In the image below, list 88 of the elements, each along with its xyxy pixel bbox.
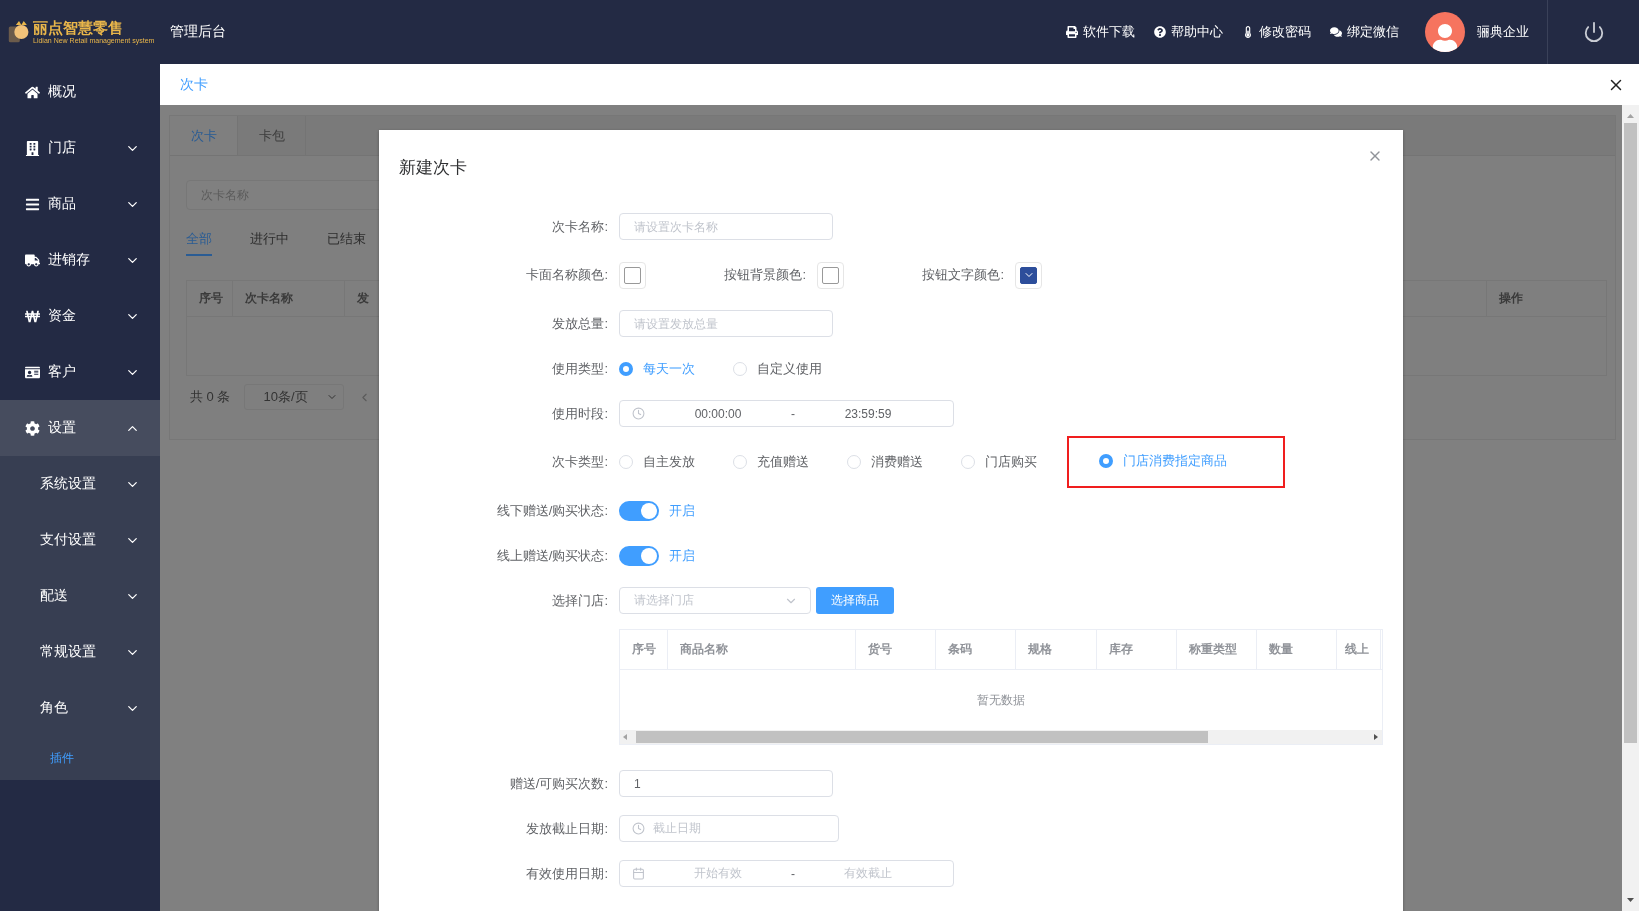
field-label: 使用时段: bbox=[551, 404, 609, 423]
clock-icon bbox=[632, 822, 645, 835]
field-label: 发放截止日期: bbox=[525, 819, 609, 838]
user-icon bbox=[1431, 24, 1459, 52]
field-label: 次卡类型: bbox=[551, 453, 609, 471]
table-header-cell: 序号 bbox=[620, 630, 668, 669]
sidebar-item[interactable]: 商品 bbox=[0, 176, 160, 232]
sidebar-item[interactable]: 常规设置 bbox=[0, 624, 160, 680]
radio-option[interactable]: 自定义使用 bbox=[733, 359, 822, 378]
table-header-cell: 规格 bbox=[1016, 630, 1097, 669]
switch-state-text: 开启 bbox=[669, 546, 695, 565]
radio-option[interactable]: 消费赠送 bbox=[847, 453, 923, 471]
table-header-cell: 库存 bbox=[1097, 630, 1177, 669]
field-label: 按钮文字颜色: bbox=[921, 266, 1005, 284]
sidebar-item[interactable]: 插件 bbox=[0, 736, 160, 780]
sidebar-item[interactable]: 资金 bbox=[0, 288, 160, 344]
list-icon bbox=[25, 196, 40, 212]
field-label: 使用类型: bbox=[551, 359, 609, 378]
horizontal-scrollbar[interactable] bbox=[620, 730, 1382, 744]
color-swatch bbox=[624, 266, 641, 284]
table-header-cell: 货号 bbox=[856, 630, 936, 669]
logo-text: 丽点智慧零售 bbox=[33, 19, 124, 36]
table-header-cell: 序号 bbox=[187, 281, 233, 316]
header-link[interactable]: 帮助中心 bbox=[1154, 23, 1223, 41]
calendar-icon bbox=[632, 867, 645, 880]
table-header-cell: 线上 bbox=[1337, 630, 1381, 669]
sidebar-item[interactable]: 系统设置 bbox=[0, 456, 160, 512]
thermometer-icon bbox=[1242, 26, 1254, 38]
id-card-icon bbox=[25, 364, 40, 380]
sidebar-item[interactable]: 角色 bbox=[0, 680, 160, 736]
sidebar-item[interactable]: 概况 bbox=[0, 64, 160, 120]
sidebar-item[interactable]: 客户 bbox=[0, 344, 160, 400]
logo-icon bbox=[8, 20, 30, 44]
table-header-cell: 称重类型 bbox=[1177, 630, 1257, 669]
color-picker[interactable] bbox=[619, 261, 646, 289]
filter-tab[interactable]: 已结束 bbox=[327, 230, 366, 256]
radio-option[interactable]: 自主发放 bbox=[619, 453, 695, 471]
sidebar-item[interactable]: 配送 bbox=[0, 568, 160, 624]
table-header-cell: 操作 bbox=[1486, 281, 1606, 316]
power-icon bbox=[1582, 21, 1605, 43]
building-icon bbox=[25, 140, 40, 156]
field-label: 有效使用日期: bbox=[525, 864, 609, 883]
field-label: 发放总量: bbox=[551, 314, 609, 333]
toggle-switch[interactable] bbox=[619, 500, 659, 521]
printer-icon bbox=[1066, 26, 1078, 38]
sidebar-item[interactable]: 进销存 bbox=[0, 232, 160, 288]
sidebar-item[interactable]: 支付设置 bbox=[0, 512, 160, 568]
field-label: 赠送/可购买次数: bbox=[508, 774, 609, 793]
field-label: 按钮背景颜色: bbox=[723, 266, 807, 284]
avatar[interactable] bbox=[1425, 12, 1465, 52]
field-label: 选择门店: bbox=[551, 591, 609, 610]
radio-option[interactable]: 充值赠送 bbox=[733, 453, 809, 471]
color-picker[interactable] bbox=[1015, 261, 1042, 289]
clock-icon bbox=[632, 407, 645, 420]
time-range-field[interactable]: 00:00:00 - 23:59:59 bbox=[619, 400, 954, 427]
sidebar-item[interactable]: 设置 bbox=[0, 400, 160, 456]
gear-icon bbox=[25, 420, 40, 436]
color-picker[interactable] bbox=[817, 261, 844, 289]
date-range-field[interactable]: 开始有效 - 有效截止 bbox=[619, 860, 954, 887]
vertical-scrollbar[interactable] bbox=[1622, 105, 1639, 911]
header-link[interactable]: 绑定微信 bbox=[1330, 23, 1399, 41]
home-icon bbox=[25, 84, 40, 100]
table-header-cell: 数量 bbox=[1257, 630, 1337, 669]
user-name: 骊典企业 bbox=[1477, 23, 1529, 41]
table-header-cell: 条码 bbox=[936, 630, 1016, 669]
app-title: 管理后台 bbox=[170, 23, 226, 41]
toggle-switch[interactable] bbox=[619, 545, 659, 566]
dialog-title: 新建次卡 bbox=[399, 156, 467, 179]
help-icon bbox=[1154, 26, 1166, 38]
table-header-cell: 次卡名称 bbox=[233, 281, 345, 316]
header-link[interactable]: 软件下载 bbox=[1066, 23, 1135, 41]
filter-tab[interactable]: 进行中 bbox=[250, 230, 289, 256]
field-label: 卡面名称颜色: bbox=[525, 266, 609, 284]
radio-option[interactable]: 门店购买 bbox=[961, 453, 1037, 471]
empty-table-text: 暂无数据 bbox=[977, 691, 1025, 709]
color-swatch bbox=[822, 266, 839, 284]
number-input[interactable]: 1 bbox=[619, 770, 833, 797]
switch-state-text: 开启 bbox=[669, 501, 695, 520]
sidebar-item[interactable]: 门店 bbox=[0, 120, 160, 176]
table-header-cell: 商品名称 bbox=[668, 630, 856, 669]
field-label: 线上赠送/购买状态: bbox=[495, 546, 609, 565]
chat-icon bbox=[1330, 26, 1342, 38]
header-link[interactable]: 修改密码 bbox=[1242, 23, 1311, 41]
won-sign-icon bbox=[25, 308, 40, 324]
truck-icon bbox=[25, 252, 40, 268]
field-label: 次卡名称: bbox=[551, 217, 609, 236]
field-label: 线下赠送/购买状态: bbox=[495, 501, 609, 520]
total-count: 共 0 条 bbox=[190, 388, 231, 406]
